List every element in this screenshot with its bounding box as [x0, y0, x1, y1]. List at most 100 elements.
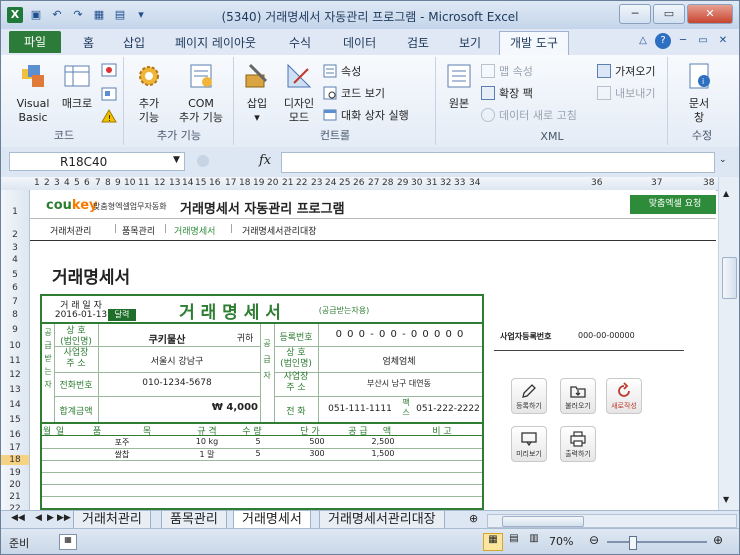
column-header[interactable]: 2 — [44, 178, 50, 188]
zoom-in-icon[interactable]: ⊕ — [713, 533, 723, 547]
request-custom-button[interactable]: 맞춤엑셀 요청 — [630, 195, 716, 214]
tab-view[interactable]: 보기 — [459, 34, 481, 51]
row-header[interactable]: 12 — [1, 370, 29, 380]
scroll-up-icon[interactable]: ▲ — [723, 189, 729, 198]
row-header-selected[interactable]: 18 — [1, 455, 29, 465]
registration-value[interactable]: 0 0 0 - 0 0 - 0 0 0 0 0 — [320, 329, 480, 340]
column-header[interactable]: 18 — [239, 178, 250, 188]
formula-bar-handle-icon[interactable] — [197, 155, 209, 167]
first-sheet-icon[interactable]: ◀◀ — [11, 513, 25, 523]
tab-review[interactable]: 검토 — [407, 34, 429, 51]
close-button[interactable]: ✕ — [687, 4, 733, 24]
prev-sheet-icon[interactable]: ◀ — [35, 513, 42, 523]
doc-minimize-icon[interactable]: ─ — [675, 33, 691, 49]
help-icon[interactable]: ? — [655, 33, 671, 49]
name-box-dropdown-icon[interactable]: ▼ — [173, 155, 180, 165]
row-header[interactable]: 3 — [1, 243, 29, 253]
formula-input[interactable] — [281, 152, 715, 173]
column-header[interactable]: 26 — [353, 178, 364, 188]
item-spec[interactable]: 1 말 — [182, 449, 232, 460]
sheet-tab-items[interactable]: 품목관리 — [161, 511, 227, 529]
column-header[interactable]: 12 — [154, 178, 165, 188]
column-header[interactable]: 32 — [440, 178, 451, 188]
column-header[interactable]: 16 — [209, 178, 220, 188]
visual-basic-button[interactable]: Visual Basic — [13, 61, 53, 125]
properties-button[interactable]: 속성 — [323, 63, 361, 79]
scroll-down-icon[interactable]: ▼ — [723, 495, 729, 504]
column-header[interactable]: 5 — [74, 178, 80, 188]
row-header[interactable]: 2 — [1, 230, 29, 240]
column-header[interactable]: 10 — [124, 178, 135, 188]
vertical-scrollbar[interactable]: ▲ ▼ — [718, 177, 739, 510]
row-header[interactable]: 10 — [1, 341, 29, 351]
column-header[interactable]: 33 — [454, 178, 465, 188]
sheet-tab-ledger[interactable]: 거래명세서관리대장 — [319, 511, 445, 529]
nav-customers[interactable]: 거래처관리 — [50, 224, 91, 237]
doc-restore-icon[interactable]: ▭ — [695, 33, 711, 49]
row-header[interactable]: 16 — [1, 430, 29, 440]
column-header[interactable]: 20 — [267, 178, 278, 188]
supplier-name[interactable]: 엄체엄체 — [324, 354, 474, 367]
column-header[interactable]: 4 — [64, 178, 70, 188]
page-break-view-icon[interactable]: ▥ — [525, 533, 543, 549]
column-header[interactable]: 7 — [95, 178, 101, 188]
macro-security-icon[interactable]: ! — [101, 109, 117, 123]
map-properties-button[interactable]: 맵 속성 — [481, 63, 533, 79]
run-dialog-button[interactable]: 대화 상자 실행 — [323, 107, 409, 123]
column-header[interactable]: 25 — [339, 178, 350, 188]
fax-value[interactable]: 051-222-2222 — [414, 404, 482, 414]
next-sheet-icon[interactable]: ▶ — [47, 513, 54, 523]
tab-page-layout[interactable]: 페이지 레이아웃 — [175, 34, 256, 51]
customer-name[interactable]: 쿠키물산 — [102, 331, 232, 346]
item-price[interactable]: 300 — [292, 449, 342, 458]
item-price[interactable]: 500 — [292, 437, 342, 446]
row-header[interactable]: 9 — [1, 325, 29, 335]
nav-statement[interactable]: 거래명세서 — [174, 224, 215, 237]
zoom-level[interactable]: 70% — [549, 535, 573, 548]
page-layout-view-icon[interactable]: ▤ — [505, 533, 523, 549]
column-header[interactable]: 17 — [225, 178, 236, 188]
minimize-button[interactable]: ─ — [619, 4, 651, 24]
tab-file[interactable]: 파일 — [9, 31, 61, 53]
column-header[interactable]: 1 — [34, 178, 40, 188]
column-header[interactable]: 15 — [195, 178, 206, 188]
item-name[interactable]: 쌀찹 — [82, 449, 162, 460]
tab-insert[interactable]: 삽입 — [123, 34, 145, 51]
item-qty[interactable]: 5 — [238, 449, 278, 458]
row-header[interactable]: 17 — [1, 443, 29, 453]
expand-formula-icon[interactable]: ⌄ — [719, 155, 727, 165]
register-button[interactable]: 등록하기 — [511, 378, 547, 414]
worksheet[interactable]: coukey 맞춤형엑셀업무자동화 거래명세서 자동관리 프로그램 맞춤엑셀 요… — [30, 190, 716, 510]
column-header[interactable]: 36 — [591, 178, 602, 188]
zoom-out-icon[interactable]: ⊖ — [589, 533, 599, 547]
insert-control-button[interactable]: 삽입 ▾ — [239, 61, 275, 125]
column-header[interactable]: 23 — [311, 178, 322, 188]
column-header[interactable]: 31 — [426, 178, 437, 188]
row-header[interactable]: 4 — [1, 255, 29, 265]
scroll-thumb[interactable] — [722, 257, 737, 299]
row-header[interactable]: 8 — [1, 310, 29, 320]
row-header[interactable]: 21 — [1, 492, 29, 502]
new-button[interactable]: 새로작성 — [606, 378, 642, 414]
column-header[interactable]: 22 — [296, 178, 307, 188]
row-header[interactable]: 1 — [1, 207, 29, 217]
new-sheet-icon[interactable]: ⊕ — [469, 512, 478, 525]
import-button[interactable]: 가져오기 — [597, 63, 655, 79]
row-header[interactable]: 5 — [1, 270, 29, 280]
name-box[interactable]: R18C40 — [9, 152, 185, 171]
expansion-pack-button[interactable]: 확장 팩 — [481, 85, 533, 101]
column-header[interactable]: 37 — [651, 178, 662, 188]
tab-formulas[interactable]: 수식 — [289, 34, 311, 51]
supplier-address[interactable]: 부산시 남구 대연동 — [324, 378, 474, 389]
view-code-button[interactable]: 코드 보기 — [323, 85, 385, 101]
nav-items[interactable]: 품목관리 — [122, 224, 155, 237]
customer-phone[interactable]: 010-1234-5678 — [102, 378, 252, 388]
row-header[interactable]: 19 — [1, 468, 29, 478]
column-header[interactable]: 9 — [115, 178, 121, 188]
load-button[interactable]: 불러오기 — [560, 378, 596, 414]
doc-close-icon[interactable]: ✕ — [715, 33, 731, 49]
macro-button[interactable]: 매크로 — [57, 61, 97, 111]
column-header[interactable]: 13 — [169, 178, 180, 188]
item-spec[interactable]: 10 kg — [182, 437, 232, 446]
normal-view-icon[interactable]: ▦ — [483, 533, 503, 551]
